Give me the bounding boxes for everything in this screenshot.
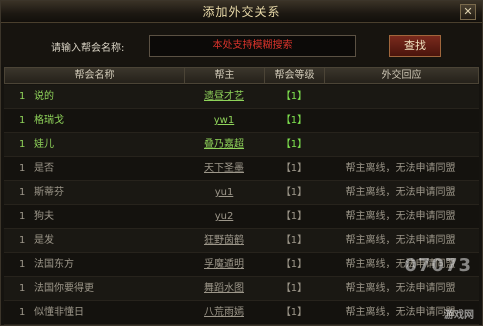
diplomacy-response-cell: 帮主离线，无法申请同盟 xyxy=(345,259,456,270)
row-index: 1 xyxy=(19,235,26,246)
diplomacy-response-cell: 帮主离线，无法申请同盟 xyxy=(345,283,456,294)
guild-level-cell: 【1】 xyxy=(280,163,308,174)
row-index: 1 xyxy=(19,91,26,102)
table-header: 帮会名称 帮主 帮会等级 外交回应 xyxy=(4,67,479,84)
diplomacy-response-cell: 帮主离线，无法申请同盟 xyxy=(345,211,456,222)
row-index: 1 xyxy=(19,163,26,174)
guild-name-cell: 是否 xyxy=(34,163,54,174)
table-row[interactable]: 1 法国你要得更 舞蹈水图 【1】 帮主离线，无法申请同盟 xyxy=(4,277,479,301)
guild-name-cell: 似懂非懂日 xyxy=(34,307,84,318)
leader-link[interactable]: 叠乃嘉超 xyxy=(184,133,264,156)
search-row: 请输入帮会名称: 本处支持模糊搜索 查找 xyxy=(1,23,482,65)
add-diplomacy-window: 添加外交关系 ✕ 请输入帮会名称: 本处支持模糊搜索 查找 帮会名称 帮主 帮会… xyxy=(0,0,483,326)
guild-name-input[interactable]: 本处支持模糊搜索 xyxy=(149,35,356,57)
guild-level-cell: 【1】 xyxy=(280,187,308,198)
leader-link[interactable]: yw1 xyxy=(184,109,264,132)
diplomacy-response-cell: 帮主离线，无法申请同盟 xyxy=(345,235,456,246)
search-label: 请输入帮会名称: xyxy=(51,43,125,54)
header-guild-level[interactable]: 帮会等级 xyxy=(265,68,325,83)
row-index: 1 xyxy=(19,211,26,222)
guild-name-cell: 是发 xyxy=(34,235,54,246)
leader-link[interactable]: 天下圣墨 xyxy=(184,157,264,180)
search-placeholder: 本处支持模糊搜索 xyxy=(212,40,293,51)
guild-level-cell: 【1】 xyxy=(280,211,308,222)
table-row[interactable]: 1 法国东方 孚魔遁明 【1】 帮主离线，无法申请同盟 xyxy=(4,253,479,277)
guild-name-cell: 法国东方 xyxy=(34,259,74,270)
row-index: 1 xyxy=(19,139,26,150)
leader-link[interactable]: 舞蹈水图 xyxy=(184,277,264,300)
leader-link[interactable]: 遗昼才艺 xyxy=(184,85,264,108)
table-row[interactable]: 1 是发 狂野茵鹤 【1】 帮主离线，无法申请同盟 xyxy=(4,229,479,253)
guild-name-cell: 法国你要得更 xyxy=(34,283,94,294)
close-button[interactable]: ✕ xyxy=(460,4,476,20)
table-row[interactable]: 1 娃儿 叠乃嘉超 【1】 xyxy=(4,133,479,157)
guild-level-cell: 【1】 xyxy=(280,307,308,318)
guild-level-cell: 【1】 xyxy=(280,235,308,246)
diplomacy-response-cell xyxy=(324,133,477,156)
search-button[interactable]: 查找 xyxy=(389,35,441,57)
diplomacy-response-cell: 帮主离线，无法申请同盟 xyxy=(345,163,456,174)
table-row[interactable]: 1 狗夫 yu2 【1】 帮主离线，无法申请同盟 xyxy=(4,205,479,229)
row-index: 1 xyxy=(19,307,26,318)
guild-level-cell: 【1】 xyxy=(280,259,308,270)
guild-level-cell: 【1】 xyxy=(280,115,308,126)
table-row[interactable]: 1 说的 遗昼才艺 【1】 xyxy=(4,85,479,109)
header-leader[interactable]: 帮主 xyxy=(185,68,265,83)
leader-link[interactable]: 狂野茵鹤 xyxy=(184,229,264,252)
row-index: 1 xyxy=(19,115,26,126)
diplomacy-response-cell xyxy=(324,109,477,132)
close-icon: ✕ xyxy=(463,5,473,18)
guild-name-cell: 格瑞戈 xyxy=(34,115,64,126)
guild-level-cell: 【1】 xyxy=(280,91,308,102)
table-row[interactable]: 1 似懂非懂日 八荒雨嫣 【1】 帮主离线，无法申请同盟 xyxy=(4,301,479,325)
guild-name-cell: 娃儿 xyxy=(34,139,54,150)
diplomacy-response-cell: 帮主离线，无法申请同盟 xyxy=(345,307,456,318)
guild-level-cell: 【1】 xyxy=(280,283,308,294)
diplomacy-response-cell: 帮主离线，无法申请同盟 xyxy=(345,187,456,198)
guild-name-cell: 说的 xyxy=(34,91,54,102)
leader-link[interactable]: 八荒雨嫣 xyxy=(184,301,264,324)
table-row[interactable]: 1 斯蒂芬 yu1 【1】 帮主离线，无法申请同盟 xyxy=(4,181,479,205)
guild-level-cell: 【1】 xyxy=(280,139,308,150)
leader-link[interactable]: yu2 xyxy=(184,205,264,228)
table-row[interactable]: 1 是否 天下圣墨 【1】 帮主离线，无法申请同盟 xyxy=(4,157,479,181)
leader-link[interactable]: yu1 xyxy=(184,181,264,204)
title-bar: 添加外交关系 ✕ xyxy=(1,1,482,23)
guild-name-cell: 斯蒂芬 xyxy=(34,187,64,198)
leader-link[interactable]: 孚魔遁明 xyxy=(184,253,264,276)
row-index: 1 xyxy=(19,187,26,198)
window-title: 添加外交关系 xyxy=(202,5,281,19)
row-index: 1 xyxy=(19,259,26,270)
header-diplomacy-response[interactable]: 外交回应 xyxy=(325,68,478,83)
row-index: 1 xyxy=(19,283,26,294)
diplomacy-response-cell xyxy=(324,85,477,108)
header-guild-name[interactable]: 帮会名称 xyxy=(5,68,185,83)
guild-list: 1 说的 遗昼才艺 【1】 1 格瑞戈 yw1 【1】 1 娃儿 叠乃嘉超 【1】 1 是否 天下圣墨 【1】… xyxy=(4,85,479,325)
table-row[interactable]: 1 格瑞戈 yw1 【1】 xyxy=(4,109,479,133)
guild-name-cell: 狗夫 xyxy=(34,211,54,222)
